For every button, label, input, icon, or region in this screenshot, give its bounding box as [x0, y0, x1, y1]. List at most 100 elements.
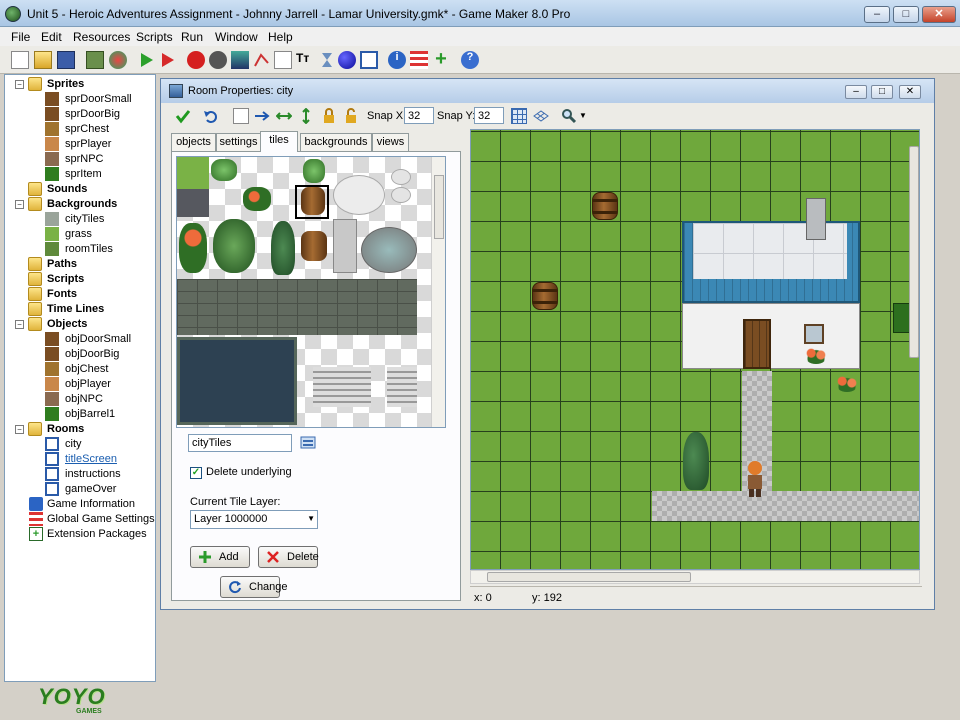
menu-file[interactable]: File — [11, 30, 30, 44]
clear-room-icon[interactable] — [233, 108, 249, 124]
canvas-horizontal-scrollbar[interactable] — [470, 570, 920, 584]
tile-layer-select[interactable]: Layer 1000000 ▼ — [190, 510, 318, 529]
export-icon[interactable] — [86, 51, 104, 69]
path-icon[interactable] — [253, 51, 271, 69]
title-bar: Unit 5 - Heroic Adventures Assignment - … — [0, 0, 960, 27]
shift-right-icon[interactable] — [254, 108, 270, 124]
flower-bed-tile[interactable] — [243, 187, 271, 211]
stairs-tile[interactable] — [387, 367, 417, 407]
collapse-icon[interactable]: − — [15, 200, 24, 209]
debug-icon[interactable] — [158, 51, 176, 69]
menu-help[interactable]: Help — [268, 30, 293, 44]
extensions-icon[interactable]: + — [432, 49, 450, 69]
publish-icon[interactable] — [109, 51, 127, 69]
menu-scripts[interactable]: Scripts — [136, 30, 173, 44]
lock-icon[interactable] — [321, 108, 337, 124]
room-close-button[interactable]: ✕ — [899, 85, 921, 99]
font-icon[interactable]: Tт — [296, 51, 314, 69]
palette-scrollbar[interactable] — [431, 157, 445, 427]
script-icon[interactable] — [274, 51, 292, 69]
tab-objects[interactable]: objects — [171, 133, 216, 151]
cypress-tree-instance[interactable] — [683, 432, 709, 490]
snap-y-label: Snap Y: — [437, 110, 476, 122]
tile-palette[interactable] — [176, 156, 446, 428]
tab-settings[interactable]: settings — [216, 133, 261, 151]
canvas-vertical-scroll-thumb[interactable] — [909, 146, 919, 358]
tab-views[interactable]: views — [372, 133, 409, 151]
canvas-horizontal-scroll-thumb[interactable] — [487, 572, 691, 582]
folder-icon — [28, 287, 42, 301]
snap-x-input[interactable]: 32 — [404, 107, 434, 124]
menu-edit[interactable]: Edit — [41, 30, 62, 44]
stairs-tile[interactable] — [313, 367, 371, 407]
tileset-name-field[interactable]: cityTiles — [188, 434, 292, 452]
run-icon[interactable] — [137, 51, 155, 69]
flower-pot-tile[interactable] — [179, 223, 207, 273]
room-icon[interactable] — [360, 51, 378, 69]
background-icon[interactable] — [231, 51, 249, 69]
collapse-icon[interactable]: − — [15, 80, 24, 89]
close-button[interactable]: ✕ — [922, 6, 956, 23]
barrel-tile[interactable] — [301, 231, 327, 261]
cypress-tile[interactable] — [271, 221, 295, 275]
settings-icon[interactable] — [410, 51, 428, 69]
shift-horizontal-icon[interactable] — [275, 108, 293, 124]
door-instance[interactable] — [743, 319, 771, 369]
stone-tile[interactable] — [177, 189, 209, 217]
tileset-menu-icon[interactable] — [300, 435, 316, 451]
stool-tile[interactable] — [391, 169, 411, 185]
room-properties-window: Room Properties: city – □ ✕ Snap X: 32 S… — [160, 78, 935, 610]
tab-backgrounds[interactable]: backgrounds — [300, 133, 372, 151]
water-tile[interactable] — [177, 337, 297, 425]
menu-resources[interactable]: Resources — [73, 30, 130, 44]
undo-icon[interactable] — [203, 108, 219, 124]
delete-underlying-checkbox[interactable]: ✓ — [190, 467, 202, 479]
fountain-tile[interactable] — [361, 227, 417, 273]
table-tile[interactable] — [333, 175, 385, 215]
sprite-icon[interactable] — [187, 51, 205, 69]
isometric-grid-icon[interactable] — [533, 108, 549, 124]
flower-bed-instance[interactable] — [835, 374, 859, 392]
statue-tile[interactable] — [333, 219, 357, 273]
open-icon[interactable] — [34, 51, 52, 69]
minimize-button[interactable]: – — [864, 6, 890, 23]
zoom-icon[interactable] — [561, 108, 577, 124]
barrel-instance[interactable] — [532, 282, 558, 310]
grid-toggle-icon[interactable] — [511, 108, 527, 124]
room-title-bar: Room Properties: city – □ ✕ — [161, 79, 934, 103]
menu-run[interactable]: Run — [181, 30, 203, 44]
object-icon[interactable] — [338, 51, 356, 69]
grass-tile[interactable] — [177, 157, 209, 189]
room-maximize-button[interactable]: □ — [871, 85, 893, 99]
snap-y-input[interactable]: 32 — [474, 107, 504, 124]
bush-tile[interactable] — [211, 159, 237, 181]
tab-tiles[interactable]: tiles — [260, 131, 298, 152]
tree-pot-tile[interactable] — [213, 219, 255, 273]
player-instance[interactable] — [744, 460, 766, 498]
add-layer-button[interactable]: Add — [190, 546, 250, 568]
room-minimize-button[interactable]: – — [845, 85, 867, 99]
collapse-icon[interactable]: − — [15, 425, 24, 434]
zoom-dropdown-icon[interactable]: ▼ — [579, 108, 595, 124]
folder-icon — [28, 197, 42, 211]
room-canvas[interactable] — [470, 129, 920, 570]
shift-vertical-icon[interactable] — [298, 107, 314, 125]
new-icon[interactable] — [11, 51, 29, 69]
barrel-instance[interactable] — [592, 192, 618, 220]
save-icon[interactable] — [57, 51, 75, 69]
help-icon[interactable]: ? — [461, 51, 479, 69]
collapse-icon[interactable]: − — [15, 320, 24, 329]
unlock-icon[interactable] — [343, 108, 359, 124]
stone-wall-tile[interactable] — [177, 279, 417, 335]
sound-icon[interactable] — [209, 51, 227, 69]
menu-window[interactable]: Window — [215, 30, 258, 44]
delete-layer-button[interactable]: Delete — [258, 546, 319, 568]
planter-tile[interactable] — [303, 159, 325, 183]
game-info-icon[interactable]: i — [388, 51, 406, 69]
stool-tile[interactable] — [391, 187, 411, 203]
maximize-button[interactable]: □ — [893, 6, 919, 23]
timeline-icon[interactable] — [318, 51, 336, 69]
palette-scroll-thumb[interactable] — [434, 175, 444, 239]
ok-checkmark-icon[interactable] — [175, 108, 191, 124]
change-layer-button[interactable]: Change — [220, 576, 288, 598]
